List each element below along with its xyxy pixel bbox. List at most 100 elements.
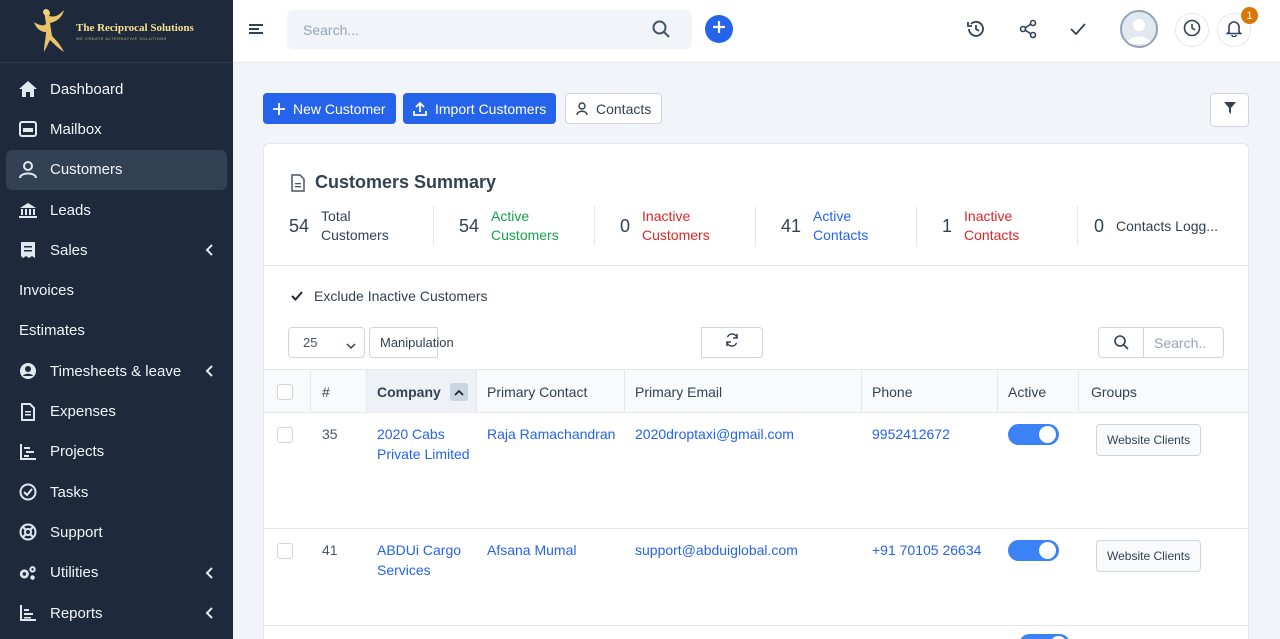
search-icon[interactable] (652, 20, 670, 43)
stat-label: Contacts Logg... (1116, 217, 1218, 234)
check-icon[interactable] (1069, 21, 1087, 42)
table-row: 41 ABDUi Cargo Services Afsana Mumal sup… (264, 529, 1248, 626)
manipulation-label: Manipulation (380, 335, 454, 350)
email-link[interactable]: 2020droptaxi@gmail.com (635, 426, 794, 442)
global-search (287, 10, 692, 49)
stat-contacts-logged-in: 0 Contacts Logg... (1078, 206, 1248, 246)
import-customers-button[interactable]: Import Customers (403, 93, 557, 124)
company-link[interactable]: ABDUi Cargo Services (377, 542, 461, 578)
sidebar-item-label: Timesheets & leave (50, 362, 182, 380)
page-size-value: 25 (303, 335, 318, 350)
select-all-cell (264, 370, 311, 413)
sidebar-item-sales[interactable]: Sales (6, 230, 227, 270)
bell-icon (1225, 19, 1243, 42)
quick-create-button[interactable] (705, 15, 733, 43)
column-header-primary-email[interactable]: Primary Email (625, 370, 862, 413)
sidebar-item-estimates[interactable]: Estimates (6, 311, 227, 351)
table-search-input[interactable] (1144, 328, 1222, 357)
sidebar-item-label: Utilities (50, 564, 99, 582)
column-header-primary-contact[interactable]: Primary Contact (477, 370, 625, 413)
active-toggle[interactable] (1019, 634, 1070, 639)
global-search-input[interactable] (287, 10, 627, 49)
sidebar-item-projects[interactable]: Projects (6, 432, 227, 472)
contact-link[interactable]: Afsana Mumal (487, 542, 576, 558)
stat-total-customers: 54 Total Customers (264, 206, 434, 246)
sidebar-item-label: Tasks (50, 483, 89, 501)
sidebar-item-label: Projects (50, 443, 105, 461)
sidebar-item-label: Estimates (19, 322, 85, 340)
contacts-button[interactable]: Contacts (565, 93, 663, 124)
row-checkbox[interactable] (277, 543, 293, 559)
share-icon[interactable] (1018, 19, 1038, 44)
phone-link[interactable]: 9952412672 (872, 426, 950, 442)
user-icon (18, 160, 38, 180)
dancer-logo-icon (30, 6, 70, 56)
avatar[interactable] (1120, 10, 1158, 48)
sidebar-item-label: Sales (50, 241, 88, 259)
sidebar-item-reports[interactable]: Reports (6, 593, 227, 633)
exclude-inactive-label: Exclude Inactive Customers (314, 288, 488, 304)
row-email-cell: support@abduiglobal.com (625, 529, 862, 625)
sidebar-item-mailbox[interactable]: Mailbox (6, 109, 227, 149)
group-badge: Website Clients (1096, 540, 1202, 572)
user-circle-icon (18, 361, 38, 381)
search-icon[interactable] (1099, 328, 1144, 357)
stat-active-customers: 54 Active Customers (434, 206, 595, 246)
sidebar-item-invoices[interactable]: Invoices (6, 270, 227, 310)
manipulation-button[interactable]: Manipulation (369, 327, 454, 358)
sidebar-item-support[interactable]: Support (6, 512, 227, 552)
active-toggle[interactable] (1008, 540, 1059, 561)
check-circle-icon (18, 482, 38, 502)
sidebar-item-timesheets[interactable]: Timesheets & leave (6, 351, 227, 391)
sort-ascending-icon (450, 383, 468, 401)
summary-stats: 54 Total Customers 54 Active Customers 0… (264, 206, 1248, 246)
checkmark-icon[interactable] (290, 289, 304, 303)
stat-label: Active Customers (491, 208, 559, 243)
email-link[interactable]: support@abduiglobal.com (635, 542, 798, 558)
row-checkbox[interactable] (277, 427, 293, 443)
contacts-label: Contacts (596, 100, 652, 117)
table-header: # Company Primary Contact Primary Email … (264, 369, 1248, 413)
lifebuoy-icon (18, 522, 38, 542)
column-header-id[interactable]: # (311, 370, 367, 413)
column-header-phone[interactable]: Phone (862, 370, 998, 413)
stat-label: Inactive Customers (642, 208, 710, 243)
company-link[interactable]: 2020 Cabs Private Limited (377, 426, 470, 462)
column-header-active[interactable]: Active (998, 370, 1079, 413)
stat-value: 1 (942, 215, 953, 236)
timer-button[interactable] (1175, 13, 1209, 47)
row-spacer (264, 626, 1009, 639)
notification-count-badge: 1 (1241, 7, 1258, 24)
column-header-groups[interactable]: Groups (1079, 370, 1248, 413)
page-size-select[interactable]: 25 (288, 327, 365, 358)
contact-link[interactable]: Raja Ramachandran (487, 426, 615, 442)
refresh-button[interactable] (701, 327, 763, 358)
sidebar-item-tasks[interactable]: Tasks (6, 472, 227, 512)
sidebar-item-expenses[interactable]: Expenses (6, 391, 227, 431)
menu-toggle-icon[interactable] (249, 22, 263, 41)
user-icon (576, 101, 588, 116)
summary-title-text: Customers Summary (315, 172, 497, 192)
sidebar-item-label: Leads (50, 201, 91, 219)
phone-link[interactable]: +91 70105 26634 (872, 542, 981, 558)
exclude-inactive-checkbox[interactable]: Exclude Inactive Customers (290, 288, 488, 304)
row-select-cell (264, 529, 311, 625)
stat-value: 41 (781, 215, 802, 236)
column-header-company[interactable]: Company (367, 370, 477, 413)
select-all-checkbox[interactable] (277, 383, 293, 400)
top-header: 1 (233, 0, 1280, 63)
filter-button[interactable] (1210, 93, 1249, 127)
chevron-left-icon (205, 364, 213, 381)
row-contact-cell: Raja Ramachandran (477, 413, 625, 528)
history-icon[interactable] (966, 19, 986, 44)
brand-logo[interactable]: The Reciprocal Solutions WE CREATE ALTER… (0, 0, 233, 63)
table-search (1098, 327, 1224, 358)
new-customer-button[interactable]: New Customer (263, 93, 396, 124)
sidebar-item-utilities[interactable]: Utilities (6, 553, 227, 593)
sidebar-item-leads[interactable]: Leads (6, 190, 227, 230)
sidebar-item-dashboard[interactable]: Dashboard (6, 69, 227, 109)
sidebar: The Reciprocal Solutions WE CREATE ALTER… (0, 0, 233, 639)
sidebar-item-label: Expenses (50, 403, 116, 421)
sidebar-item-customers[interactable]: Customers (6, 149, 227, 190)
active-toggle[interactable] (1008, 424, 1059, 445)
